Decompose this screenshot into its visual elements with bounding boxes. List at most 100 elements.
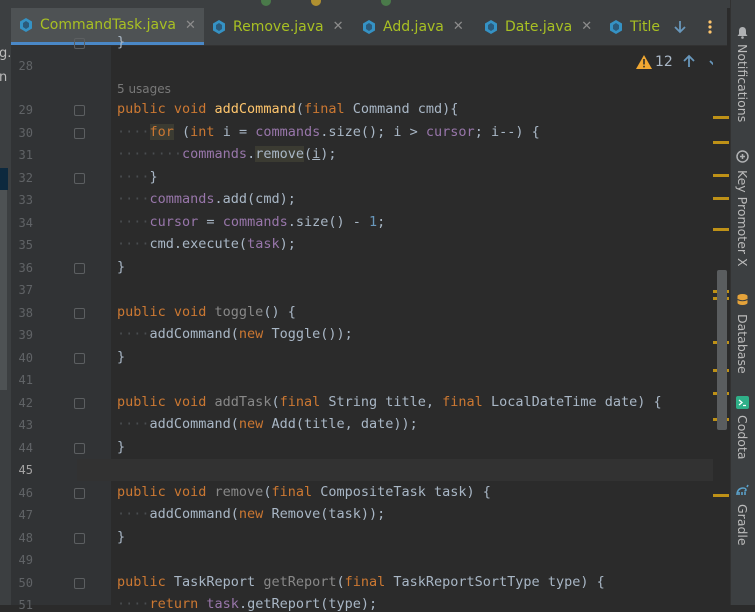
notifications-tool-button[interactable]: Notifications [735,44,750,122]
line-number: 51 [18,598,33,612]
tab-label: CommandTask.java [40,17,176,33]
line-number: 29 [18,103,33,117]
fold-marker[interactable] [74,128,85,139]
code-line: } [117,349,126,365]
warning-marker[interactable] [713,494,729,497]
close-icon[interactable]: ✕ [333,19,344,34]
code-line: public void remove(final CompositeTask t… [117,484,491,500]
status-icon [261,0,271,6]
line-number: 28 [18,59,33,73]
java-class-icon [485,19,497,34]
line-number: 38 [18,306,33,320]
code-line: } [117,439,126,455]
database-icon [737,294,748,305]
code-line: ····addCommand(new Remove(task)); [117,506,386,522]
line-number: 40 [18,351,33,365]
tab-add[interactable]: Add.java ✕ [354,8,474,45]
warning-marker[interactable] [713,174,729,177]
fold-marker[interactable] [74,173,85,184]
warning-marker[interactable] [713,116,729,119]
navigation-bar-edge [11,0,755,8]
code-line: ····} [117,169,158,185]
editor-scrollbar-thumb[interactable] [717,270,727,430]
code-line: ····addCommand(new Toggle()); [117,326,353,342]
inspection-widget[interactable]: 12 [636,54,673,70]
gradle-icon [736,484,749,496]
gradle-tool-button[interactable]: Gradle [735,504,750,546]
code-line: public void toggle() { [117,304,296,320]
close-icon[interactable]: ✕ [453,19,464,34]
warning-count: 12 [655,54,673,70]
line-number: 31 [18,148,33,162]
code-line: ····commands.add(cmd); [117,191,296,207]
line-number: 35 [18,238,33,252]
fold-marker[interactable] [74,443,85,454]
project-tree-fragment: g. [0,46,12,61]
status-icon [311,0,321,6]
fold-marker[interactable] [74,38,85,49]
arrow-down-icon [674,20,686,33]
key-promoter-tool-button[interactable]: Key Promoter X [735,170,750,267]
more-tabs-button[interactable] [706,8,714,45]
line-number: 34 [18,216,33,230]
warning-marker[interactable] [713,141,729,144]
java-class-icon [20,18,32,32]
line-number: 42 [18,396,33,410]
line-number: 36 [18,261,33,275]
java-class-icon [363,19,375,34]
code-line: public void addCommand(final Command cmd… [117,101,459,117]
project-tree-fragment: n [0,70,7,85]
tab-date[interactable]: Date.java ✕ [476,8,601,45]
code-line: ····for (int i = commands.size(); i > cu… [117,124,540,140]
fold-marker[interactable] [74,105,85,116]
current-line-highlight [77,459,713,481]
warning-marker[interactable] [713,197,729,200]
close-icon[interactable]: ✕ [185,18,196,33]
database-tool-button[interactable]: Database [735,314,750,374]
fold-marker[interactable] [74,308,85,319]
previous-highlight-button[interactable] [682,54,696,72]
tab-remove[interactable]: Remove.java ✕ [204,8,354,45]
line-number: 32 [18,171,33,185]
code-line: ····return task.getReport(type); [117,596,378,612]
java-class-icon [610,19,622,34]
line-number: 43 [18,418,33,432]
project-panel-scrollbar[interactable] [0,190,7,390]
fold-marker[interactable] [74,353,85,364]
arrow-up-icon [683,54,695,67]
kebab-menu-icon [708,19,712,34]
key-promoter-icon [736,150,749,163]
code-line: ····cursor = commands.size() - 1; [117,214,386,230]
codota-tool-button[interactable]: Codota [735,415,750,460]
fold-marker[interactable] [74,488,85,499]
fold-marker[interactable] [74,578,85,589]
project-tree-selection [0,168,8,190]
fold-marker[interactable] [74,533,85,544]
close-icon[interactable]: ✕ [581,19,592,34]
code-line: } [117,259,126,275]
usages-hint[interactable]: 5 usages [117,82,171,96]
java-class-icon [213,19,225,34]
recent-files-button[interactable] [673,8,687,45]
tab-label: Remove.java [233,18,324,35]
warning-marker[interactable] [713,228,729,231]
line-number: 39 [18,328,33,342]
line-number: 48 [18,531,33,545]
line-number: 46 [18,486,33,500]
line-number: 37 [18,283,33,297]
line-number: 47 [18,508,33,522]
tab-title[interactable]: Title [601,8,661,45]
fold-marker[interactable] [74,263,85,274]
line-number-current: 45 [18,463,33,477]
code-line: ····addCommand(new Add(title, date)); [117,416,418,432]
code-line: } [117,34,126,50]
line-number: 49 [18,553,33,567]
codota-icon [736,396,749,409]
line-number: 33 [18,193,33,207]
bell-icon [737,27,748,39]
tab-commandtask[interactable]: CommandTask.java ✕ [11,8,204,45]
code-line: } [117,529,126,545]
code-line: ····cmd.execute(task); [117,236,296,252]
code-line: public TaskReport getReport(final TaskRe… [117,574,605,590]
fold-marker[interactable] [74,398,85,409]
